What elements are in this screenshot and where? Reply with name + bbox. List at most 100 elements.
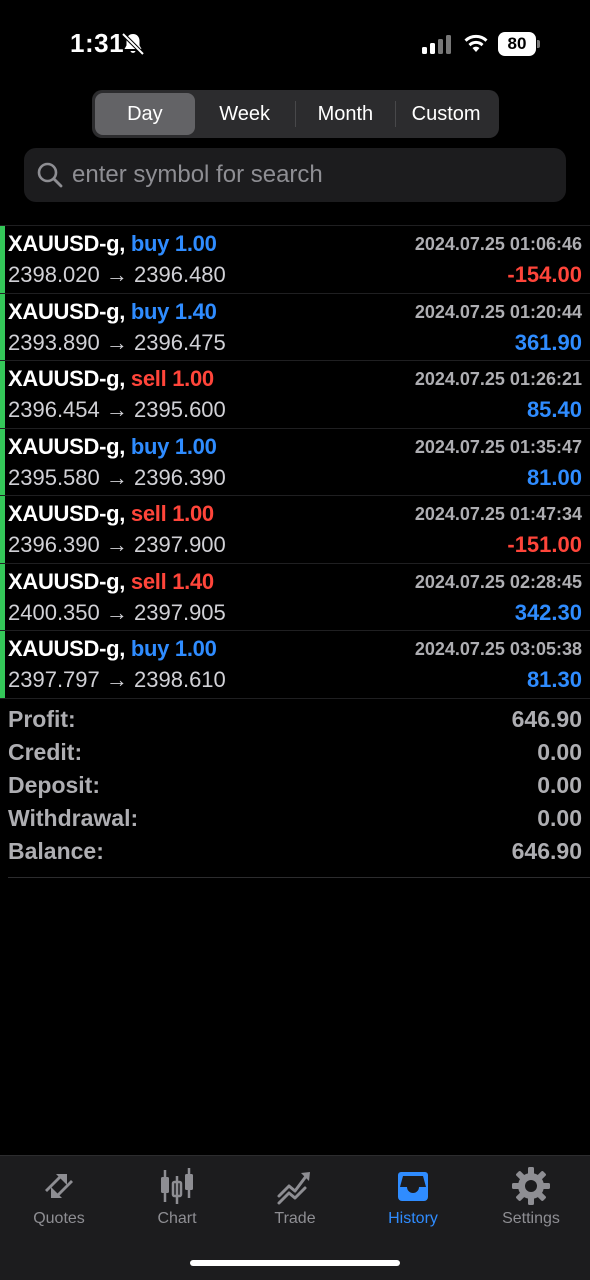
summary-row: Withdrawal: 0.00 (8, 805, 582, 838)
summary-value: 0.00 (537, 739, 582, 765)
tab-chart[interactable]: Chart (118, 1156, 236, 1246)
deal-time: 2024.07.25 02:28:45 (414, 571, 582, 592)
search-input[interactable]: enter symbol for search (24, 148, 566, 202)
deal-open-price: 2400.350 (8, 599, 100, 625)
deal-symbol-line: XAUUSD-g, sell 1.40 (8, 569, 214, 595)
segment-week[interactable]: Week (195, 93, 295, 135)
deal-row[interactable]: XAUUSD-g, buy 1.40 2393.890 → 2396.475 202… (0, 293, 590, 361)
search-placeholder: enter symbol for search (72, 161, 323, 188)
tab-history[interactable]: History (354, 1156, 472, 1246)
deal-time: 2024.07.25 01:35:47 (414, 436, 582, 457)
status-bar: 1:31 80 (0, 0, 590, 90)
deal-symbol: XAUUSD-g, (8, 636, 126, 661)
deal-close-price: 2397.900 (134, 532, 226, 557)
deal-side: sell (130, 501, 167, 526)
deals-list: XAUUSD-g, buy 1.00 2398.020 → 2396.480 202… (0, 225, 590, 699)
segment-month[interactable]: Month (296, 93, 396, 135)
deal-row[interactable]: XAUUSD-g, buy 1.00 2398.020 → 2396.480 202… (0, 226, 590, 294)
tab-trade[interactable]: Trade (236, 1156, 354, 1246)
deal-marker (0, 293, 5, 360)
arrow-icon: → (105, 464, 128, 490)
deal-row[interactable]: XAUUSD-g, sell 1.00 2396.454 → 2395.600 20… (0, 361, 590, 429)
deal-time: 2024.07.25 01:47:34 (414, 504, 582, 524)
deal-row[interactable]: XAUUSD-g, sell 1.40 2400.350 → 2397.905 20… (0, 563, 590, 631)
deal-volume: 1.40 (172, 568, 214, 594)
deal-time: 2024.07.25 01:06:46 (414, 234, 582, 254)
deal-symbol: XAUUSD-g, (8, 366, 126, 391)
deal-profit: 361.90 (514, 329, 582, 355)
arrow-icon: → (105, 397, 128, 422)
summary-label: Withdrawal: (8, 805, 139, 831)
status-time: 1:31 (70, 28, 125, 58)
deal-side: sell (130, 366, 167, 391)
arrow-icon: → (105, 599, 128, 625)
deal-side: sell (130, 568, 167, 594)
home-indicator (190, 1260, 400, 1266)
tab-settings[interactable]: Settings (472, 1156, 590, 1246)
deal-row[interactable]: XAUUSD-g, sell 1.00 2396.390 → 2397.900 20… (0, 496, 590, 564)
settings-icon (512, 1167, 550, 1205)
wifi-icon (464, 34, 488, 52)
deal-open-price: 2396.454 (8, 397, 100, 422)
summary-label: Profit: (8, 706, 76, 732)
summary-row: Credit: 0.00 (8, 739, 582, 772)
summary-label: Credit: (8, 739, 83, 765)
tab-label: History (388, 1210, 438, 1227)
deal-profit: 81.00 (526, 464, 582, 490)
summary-divider (8, 877, 590, 878)
deal-symbol-line: XAUUSD-g, buy 1.00 (8, 636, 217, 662)
search-icon (37, 162, 63, 188)
segment-day[interactable]: Day (95, 93, 195, 135)
deal-open-price: 2397.797 (8, 667, 100, 692)
tab-label: Quotes (33, 1210, 85, 1227)
arrow-icon: → (105, 532, 128, 557)
summary-value: 646.90 (511, 838, 582, 864)
deal-symbol: XAUUSD-g, (8, 433, 126, 459)
deal-open-price: 2395.580 (8, 464, 100, 490)
deal-prices: 2400.350 → 2397.905 (8, 600, 226, 626)
deal-open-price: 2396.390 (8, 532, 100, 557)
deal-close-price: 2396.475 (134, 329, 226, 355)
deal-symbol: XAUUSD-g, (8, 231, 126, 256)
summary: Profit: 646.90 Credit: 0.00 Deposit: 0.00 With… (8, 706, 582, 871)
deal-marker (0, 428, 5, 495)
arrow-icon: → (105, 262, 128, 287)
deal-marker (0, 496, 5, 563)
battery-icon: 80 (498, 32, 542, 56)
summary-value: 0.00 (537, 772, 582, 798)
deal-profit: -154.00 (507, 262, 582, 287)
tab-label: Settings (502, 1210, 560, 1227)
summary-value: 0.00 (537, 805, 582, 831)
tab-quotes[interactable]: Quotes (0, 1156, 118, 1246)
deal-volume: 1.00 (172, 366, 214, 391)
deal-symbol: XAUUSD-g, (8, 568, 126, 594)
deal-time: 2024.07.25 01:20:44 (414, 301, 582, 322)
deal-volume: 1.00 (172, 501, 214, 526)
summary-value: 646.90 (511, 706, 582, 732)
deal-time: 2024.07.25 01:26:21 (414, 369, 582, 389)
history-icon (398, 1172, 428, 1201)
summary-label: Balance: (8, 838, 104, 864)
tab-label: Chart (157, 1210, 197, 1227)
deal-row[interactable]: XAUUSD-g, buy 1.00 2395.580 → 2396.390 202… (0, 428, 590, 496)
deal-profit: 81.30 (526, 667, 582, 692)
deal-side: buy (130, 636, 170, 661)
deal-prices: 2397.797 → 2398.610 (8, 667, 226, 693)
deal-marker (0, 226, 5, 293)
deal-close-price: 2395.600 (134, 397, 226, 422)
deal-profit: 342.30 (514, 599, 582, 625)
segment-custom[interactable]: Custom (396, 93, 496, 135)
deal-prices: 2395.580 → 2396.390 (8, 465, 226, 491)
deal-side: buy (130, 298, 170, 324)
bell-slash-icon (121, 32, 145, 56)
deal-row[interactable]: XAUUSD-g, buy 1.00 2397.797 → 2398.610 202… (0, 631, 590, 699)
deal-marker (0, 631, 5, 698)
deal-marker (0, 361, 5, 428)
deal-symbol-line: XAUUSD-g, buy 1.00 (8, 231, 217, 257)
deal-open-price: 2393.890 (8, 329, 100, 355)
arrow-icon: → (105, 667, 128, 692)
period-segmented-control: Day Week Month Custom (92, 90, 499, 138)
deal-volume: 1.40 (174, 298, 217, 324)
signal-icon (422, 35, 451, 54)
deal-symbol: XAUUSD-g, (8, 501, 126, 526)
